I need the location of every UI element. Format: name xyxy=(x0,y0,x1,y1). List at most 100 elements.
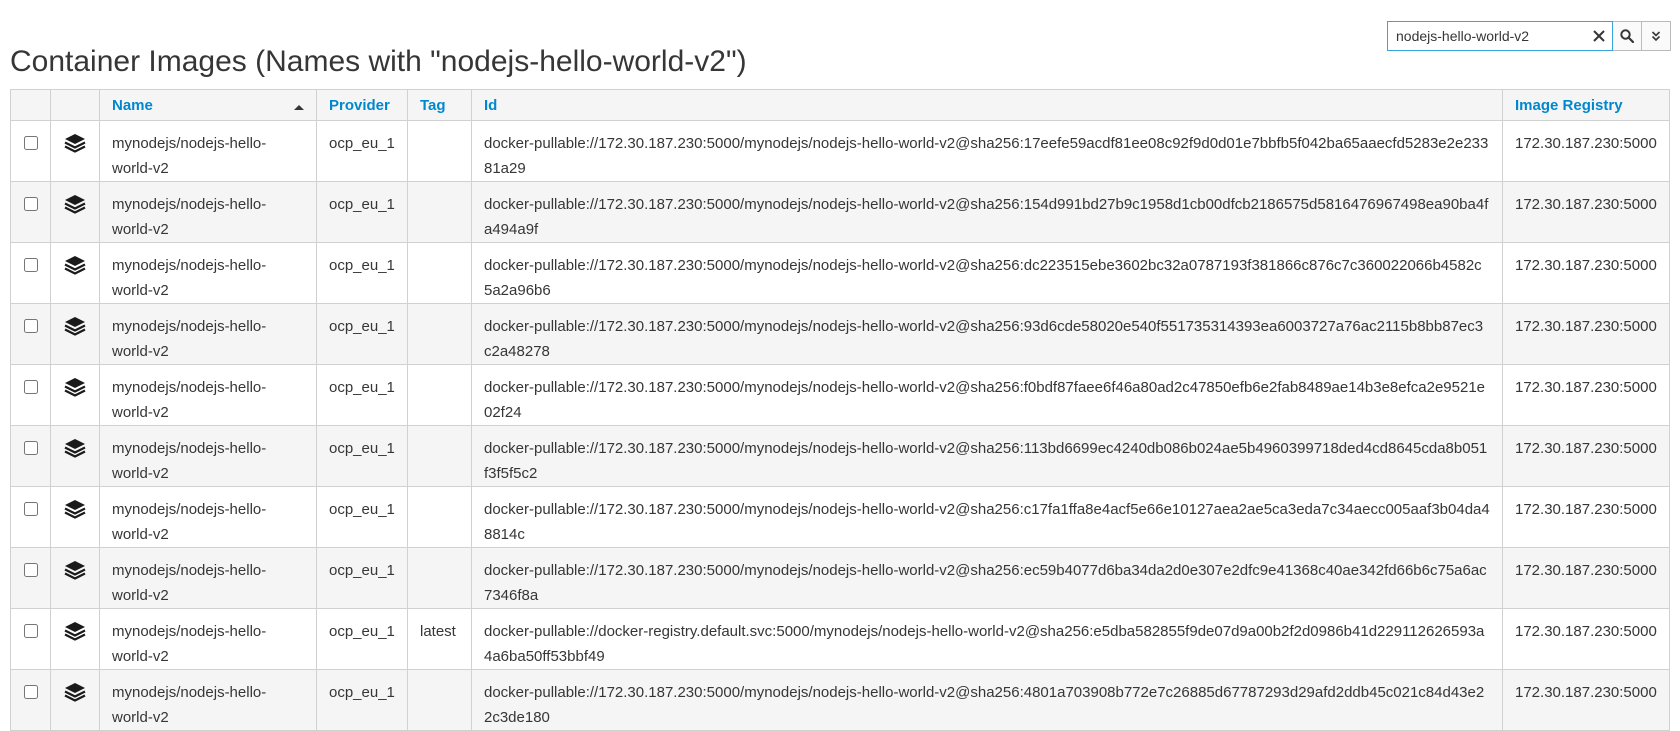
row-icon-cell xyxy=(50,303,100,365)
row-icon-cell xyxy=(50,608,100,670)
row-select-cell xyxy=(10,608,51,670)
cell-provider: ocp_eu_1 xyxy=(316,364,408,426)
cell-registry: 172.30.187.230:5000 xyxy=(1502,242,1670,304)
layers-icon xyxy=(64,378,86,401)
cell-name: mynodejs/nodejs-hello-world-v2 xyxy=(99,242,317,304)
cell-id: docker-pullable://172.30.187.230:5000/my… xyxy=(471,303,1503,365)
column-label-id: Id xyxy=(484,96,498,114)
row-select-cell xyxy=(10,669,51,731)
cell-id: docker-pullable://172.30.187.230:5000/my… xyxy=(471,669,1503,731)
layers-icon xyxy=(64,439,86,462)
row-icon-cell xyxy=(50,425,100,487)
column-header-registry[interactable]: Image Registry xyxy=(1502,89,1670,121)
column-label-registry: Image Registry xyxy=(1515,96,1623,114)
table-row[interactable]: mynodejs/nodejs-hello-world-v2 ocp_eu_1 do… xyxy=(10,181,1670,243)
row-checkbox[interactable] xyxy=(23,319,38,333)
cell-registry: 172.30.187.230:5000 xyxy=(1502,547,1670,609)
row-select-cell xyxy=(10,425,51,487)
cell-id: docker-pullable://172.30.187.230:5000/my… xyxy=(471,364,1503,426)
cell-provider: ocp_eu_1 xyxy=(316,242,408,304)
table-row[interactable]: mynodejs/nodejs-hello-world-v2 ocp_eu_1 do… xyxy=(10,303,1670,365)
cell-name: mynodejs/nodejs-hello-world-v2 xyxy=(99,303,317,365)
cell-provider: ocp_eu_1 xyxy=(316,547,408,609)
layers-icon xyxy=(64,683,86,706)
row-icon-cell xyxy=(50,486,100,548)
cell-registry: 172.30.187.230:5000 xyxy=(1502,303,1670,365)
row-checkbox[interactable] xyxy=(23,197,38,211)
cell-name: mynodejs/nodejs-hello-world-v2 xyxy=(99,181,317,243)
table-row[interactable]: mynodejs/nodejs-hello-world-v2 ocp_eu_1 do… xyxy=(10,364,1670,426)
column-header-tag[interactable]: Tag xyxy=(407,89,472,121)
row-icon-cell xyxy=(50,242,100,304)
row-checkbox[interactable] xyxy=(23,685,38,699)
row-checkbox[interactable] xyxy=(23,563,38,577)
row-icon-cell xyxy=(50,181,100,243)
search-toolbar xyxy=(1387,21,1671,51)
close-icon[interactable] xyxy=(1586,22,1612,50)
search-input[interactable] xyxy=(1388,23,1586,49)
cell-provider: ocp_eu_1 xyxy=(316,669,408,731)
row-checkbox[interactable] xyxy=(23,624,38,638)
layers-icon xyxy=(64,256,86,279)
cell-name: mynodejs/nodejs-hello-world-v2 xyxy=(99,486,317,548)
search-box xyxy=(1387,21,1613,51)
cell-name: mynodejs/nodejs-hello-world-v2 xyxy=(99,364,317,426)
cell-registry: 172.30.187.230:5000 xyxy=(1502,608,1670,670)
cell-tag xyxy=(407,364,472,426)
layers-icon xyxy=(64,317,86,340)
row-select-cell xyxy=(10,364,51,426)
row-select-cell xyxy=(10,242,51,304)
table-row[interactable]: mynodejs/nodejs-hello-world-v2 ocp_eu_1 do… xyxy=(10,425,1670,487)
cell-tag xyxy=(407,425,472,487)
cell-id: docker-pullable://172.30.187.230:5000/my… xyxy=(471,425,1503,487)
row-select-cell xyxy=(10,120,51,182)
row-checkbox[interactable] xyxy=(23,136,38,150)
layers-icon xyxy=(64,195,86,218)
row-icon-cell xyxy=(50,547,100,609)
cell-tag: latest xyxy=(407,608,472,670)
cell-tag xyxy=(407,669,472,731)
header-icon-cell xyxy=(50,89,100,121)
row-select-cell xyxy=(10,486,51,548)
row-checkbox[interactable] xyxy=(23,441,38,455)
layers-icon xyxy=(64,561,86,584)
column-label-provider: Provider xyxy=(329,96,390,114)
layers-icon xyxy=(64,500,86,523)
row-checkbox[interactable] xyxy=(23,502,38,516)
double-chevron-down-icon[interactable] xyxy=(1642,21,1671,51)
table-row[interactable]: mynodejs/nodejs-hello-world-v2 ocp_eu_1 do… xyxy=(10,547,1670,609)
column-header-provider[interactable]: Provider xyxy=(316,89,408,121)
table-row[interactable]: mynodejs/nodejs-hello-world-v2 ocp_eu_1 do… xyxy=(10,486,1670,548)
cell-registry: 172.30.187.230:5000 xyxy=(1502,425,1670,487)
cell-tag xyxy=(407,303,472,365)
header-select-cell xyxy=(10,89,51,121)
images-table: Name Provider Tag Id Image Registry myno… xyxy=(10,89,1670,731)
column-header-name[interactable]: Name xyxy=(99,89,317,121)
row-icon-cell xyxy=(50,364,100,426)
table-row[interactable]: mynodejs/nodejs-hello-world-v2 ocp_eu_1 la… xyxy=(10,608,1670,670)
cell-tag xyxy=(407,181,472,243)
row-select-cell xyxy=(10,547,51,609)
cell-tag xyxy=(407,242,472,304)
column-header-id[interactable]: Id xyxy=(471,89,1503,121)
table-row[interactable]: mynodejs/nodejs-hello-world-v2 ocp_eu_1 do… xyxy=(10,242,1670,304)
cell-registry: 172.30.187.230:5000 xyxy=(1502,181,1670,243)
row-icon-cell xyxy=(50,669,100,731)
row-checkbox[interactable] xyxy=(23,258,38,272)
cell-name: mynodejs/nodejs-hello-world-v2 xyxy=(99,669,317,731)
search-icon[interactable] xyxy=(1613,21,1642,51)
cell-provider: ocp_eu_1 xyxy=(316,486,408,548)
row-icon-cell xyxy=(50,120,100,182)
cell-name: mynodejs/nodejs-hello-world-v2 xyxy=(99,608,317,670)
table-row[interactable]: mynodejs/nodejs-hello-world-v2 ocp_eu_1 do… xyxy=(10,669,1670,731)
cell-id: docker-pullable://172.30.187.230:5000/my… xyxy=(471,486,1503,548)
row-checkbox[interactable] xyxy=(23,380,38,394)
cell-registry: 172.30.187.230:5000 xyxy=(1502,486,1670,548)
cell-tag xyxy=(407,120,472,182)
table-row[interactable]: mynodejs/nodejs-hello-world-v2 ocp_eu_1 do… xyxy=(10,120,1670,182)
cell-name: mynodejs/nodejs-hello-world-v2 xyxy=(99,425,317,487)
table-header-row: Name Provider Tag Id Image Registry xyxy=(10,89,1670,121)
column-label-tag: Tag xyxy=(420,96,446,114)
layers-icon xyxy=(64,622,86,645)
cell-registry: 172.30.187.230:5000 xyxy=(1502,364,1670,426)
